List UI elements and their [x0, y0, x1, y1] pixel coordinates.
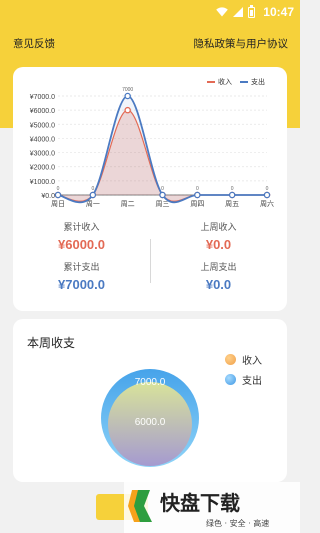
- legend-income-swatch: [207, 81, 215, 83]
- chart-legend: 收入 支出: [207, 77, 265, 87]
- cumulative-expense-value: ¥7000.0: [58, 277, 105, 292]
- data-point-expense: [263, 191, 271, 199]
- x-tick-label: 周一: [86, 200, 100, 208]
- watermark-slogan: 绿色 · 安全 · 高速: [206, 518, 269, 528]
- data-label-expense: 0: [231, 186, 234, 192]
- watermark-brand: 快盘下载: [160, 491, 240, 515]
- data-label-expense: 7000: [122, 87, 133, 93]
- data-point-income: [124, 106, 131, 114]
- y-tick-label: ¥5000.0: [30, 122, 55, 129]
- data-label-expense: 0: [57, 186, 60, 192]
- y-tick-label: ¥1000.0: [30, 179, 55, 186]
- income-dot-icon: [225, 353, 236, 365]
- y-tick-label: ¥0.0: [41, 193, 55, 200]
- last-week-expense-value: ¥0.0: [205, 277, 232, 292]
- balance-bubbles: 7000.0 6000.0: [101, 369, 199, 467]
- balance-legend-expense-label: 支出: [242, 375, 262, 387]
- data-label-expense: 0: [266, 186, 269, 192]
- header-links: 意见反馈 隐私政策与用户协议: [0, 36, 300, 51]
- legend-income-label: 收入: [218, 78, 232, 86]
- data-point-expense: [159, 191, 166, 199]
- data-label-expense: 0: [161, 186, 164, 192]
- data-point-expense: [228, 191, 236, 199]
- feedback-link[interactable]: 意见反馈: [13, 36, 55, 51]
- weekly-chart-card: ¥0.0 ¥1000.0 ¥2000.0 ¥3000.0 ¥4000.0 ¥5000.0 ¥…: [13, 67, 287, 311]
- data-point-expense: [89, 191, 97, 199]
- cumulative-column: 累计收入 ¥6000.0 累计支出 ¥7000.0: [13, 221, 150, 301]
- y-tick-label: ¥6000.0: [30, 108, 55, 115]
- signal-icon: [233, 7, 244, 17]
- legend-expense-label: 支出: [251, 78, 265, 86]
- x-tick-label: 周三: [156, 200, 170, 208]
- y-tick-label: ¥7000.0: [30, 94, 55, 101]
- weekly-balance-card: 本周收支 7000.0 6000.0 收入 支出: [13, 319, 287, 482]
- balance-legend-expense: 支出: [225, 369, 262, 389]
- legend-expense-swatch: [240, 81, 248, 83]
- battery-icon: [248, 4, 256, 18]
- x-tick-label: 周日: [51, 200, 65, 208]
- cumulative-income-value: ¥6000.0: [58, 237, 105, 252]
- cumulative-expense-label: 累计支出: [63, 263, 100, 273]
- income-bubble-label: 6000.0: [135, 417, 166, 428]
- y-tick-label: ¥2000.0: [30, 165, 55, 172]
- status-bar: 10:47: [0, 0, 300, 24]
- expense-dot-icon: [225, 373, 236, 385]
- line-chart: ¥0.0 ¥1000.0 ¥2000.0 ¥3000.0 ¥4000.0 ¥5000.0 ¥…: [30, 87, 274, 208]
- legend-expense: 支出: [240, 77, 265, 87]
- x-tick-label: 周二: [121, 200, 135, 208]
- watermark-logo: 快盘下载 绿色 · 安全 · 高速: [124, 482, 300, 533]
- last-week-expense-label: 上周支出: [200, 263, 237, 273]
- y-tick-label: ¥3000.0: [30, 151, 55, 158]
- balance-legend-income-label: 收入: [242, 355, 262, 367]
- privacy-link[interactable]: 隐私政策与用户协议: [194, 36, 289, 51]
- last-week-column: 上周收入 ¥0.0 上周支出 ¥0.0: [150, 221, 287, 301]
- expense-bubble-label: 7000.0: [135, 377, 166, 388]
- balance-legend: 收入 支出: [225, 349, 262, 389]
- balance-legend-income: 收入: [225, 349, 262, 369]
- y-tick-label: ¥4000.0: [30, 136, 55, 143]
- status-time: 10:47: [263, 5, 294, 19]
- x-tick-label: 周四: [190, 200, 204, 208]
- last-week-income-value: ¥0.0: [205, 237, 232, 252]
- data-point-expense: [124, 92, 131, 100]
- x-tick-label: 周六: [260, 199, 274, 208]
- summary-stats: 累计收入 ¥6000.0 累计支出 ¥7000.0 上周收入 ¥0.0 上周支出…: [13, 221, 287, 305]
- legend-income: 收入: [207, 77, 232, 87]
- wifi-icon: [216, 7, 229, 17]
- cumulative-income-label: 累计收入: [63, 223, 100, 233]
- data-point-expense: [54, 191, 62, 199]
- x-tick-label: 周五: [225, 200, 239, 208]
- data-label-expense: 0: [196, 186, 199, 192]
- data-label-expense: 0: [91, 186, 94, 192]
- data-point-expense: [194, 191, 201, 199]
- last-week-income-label: 上周收入: [200, 223, 237, 233]
